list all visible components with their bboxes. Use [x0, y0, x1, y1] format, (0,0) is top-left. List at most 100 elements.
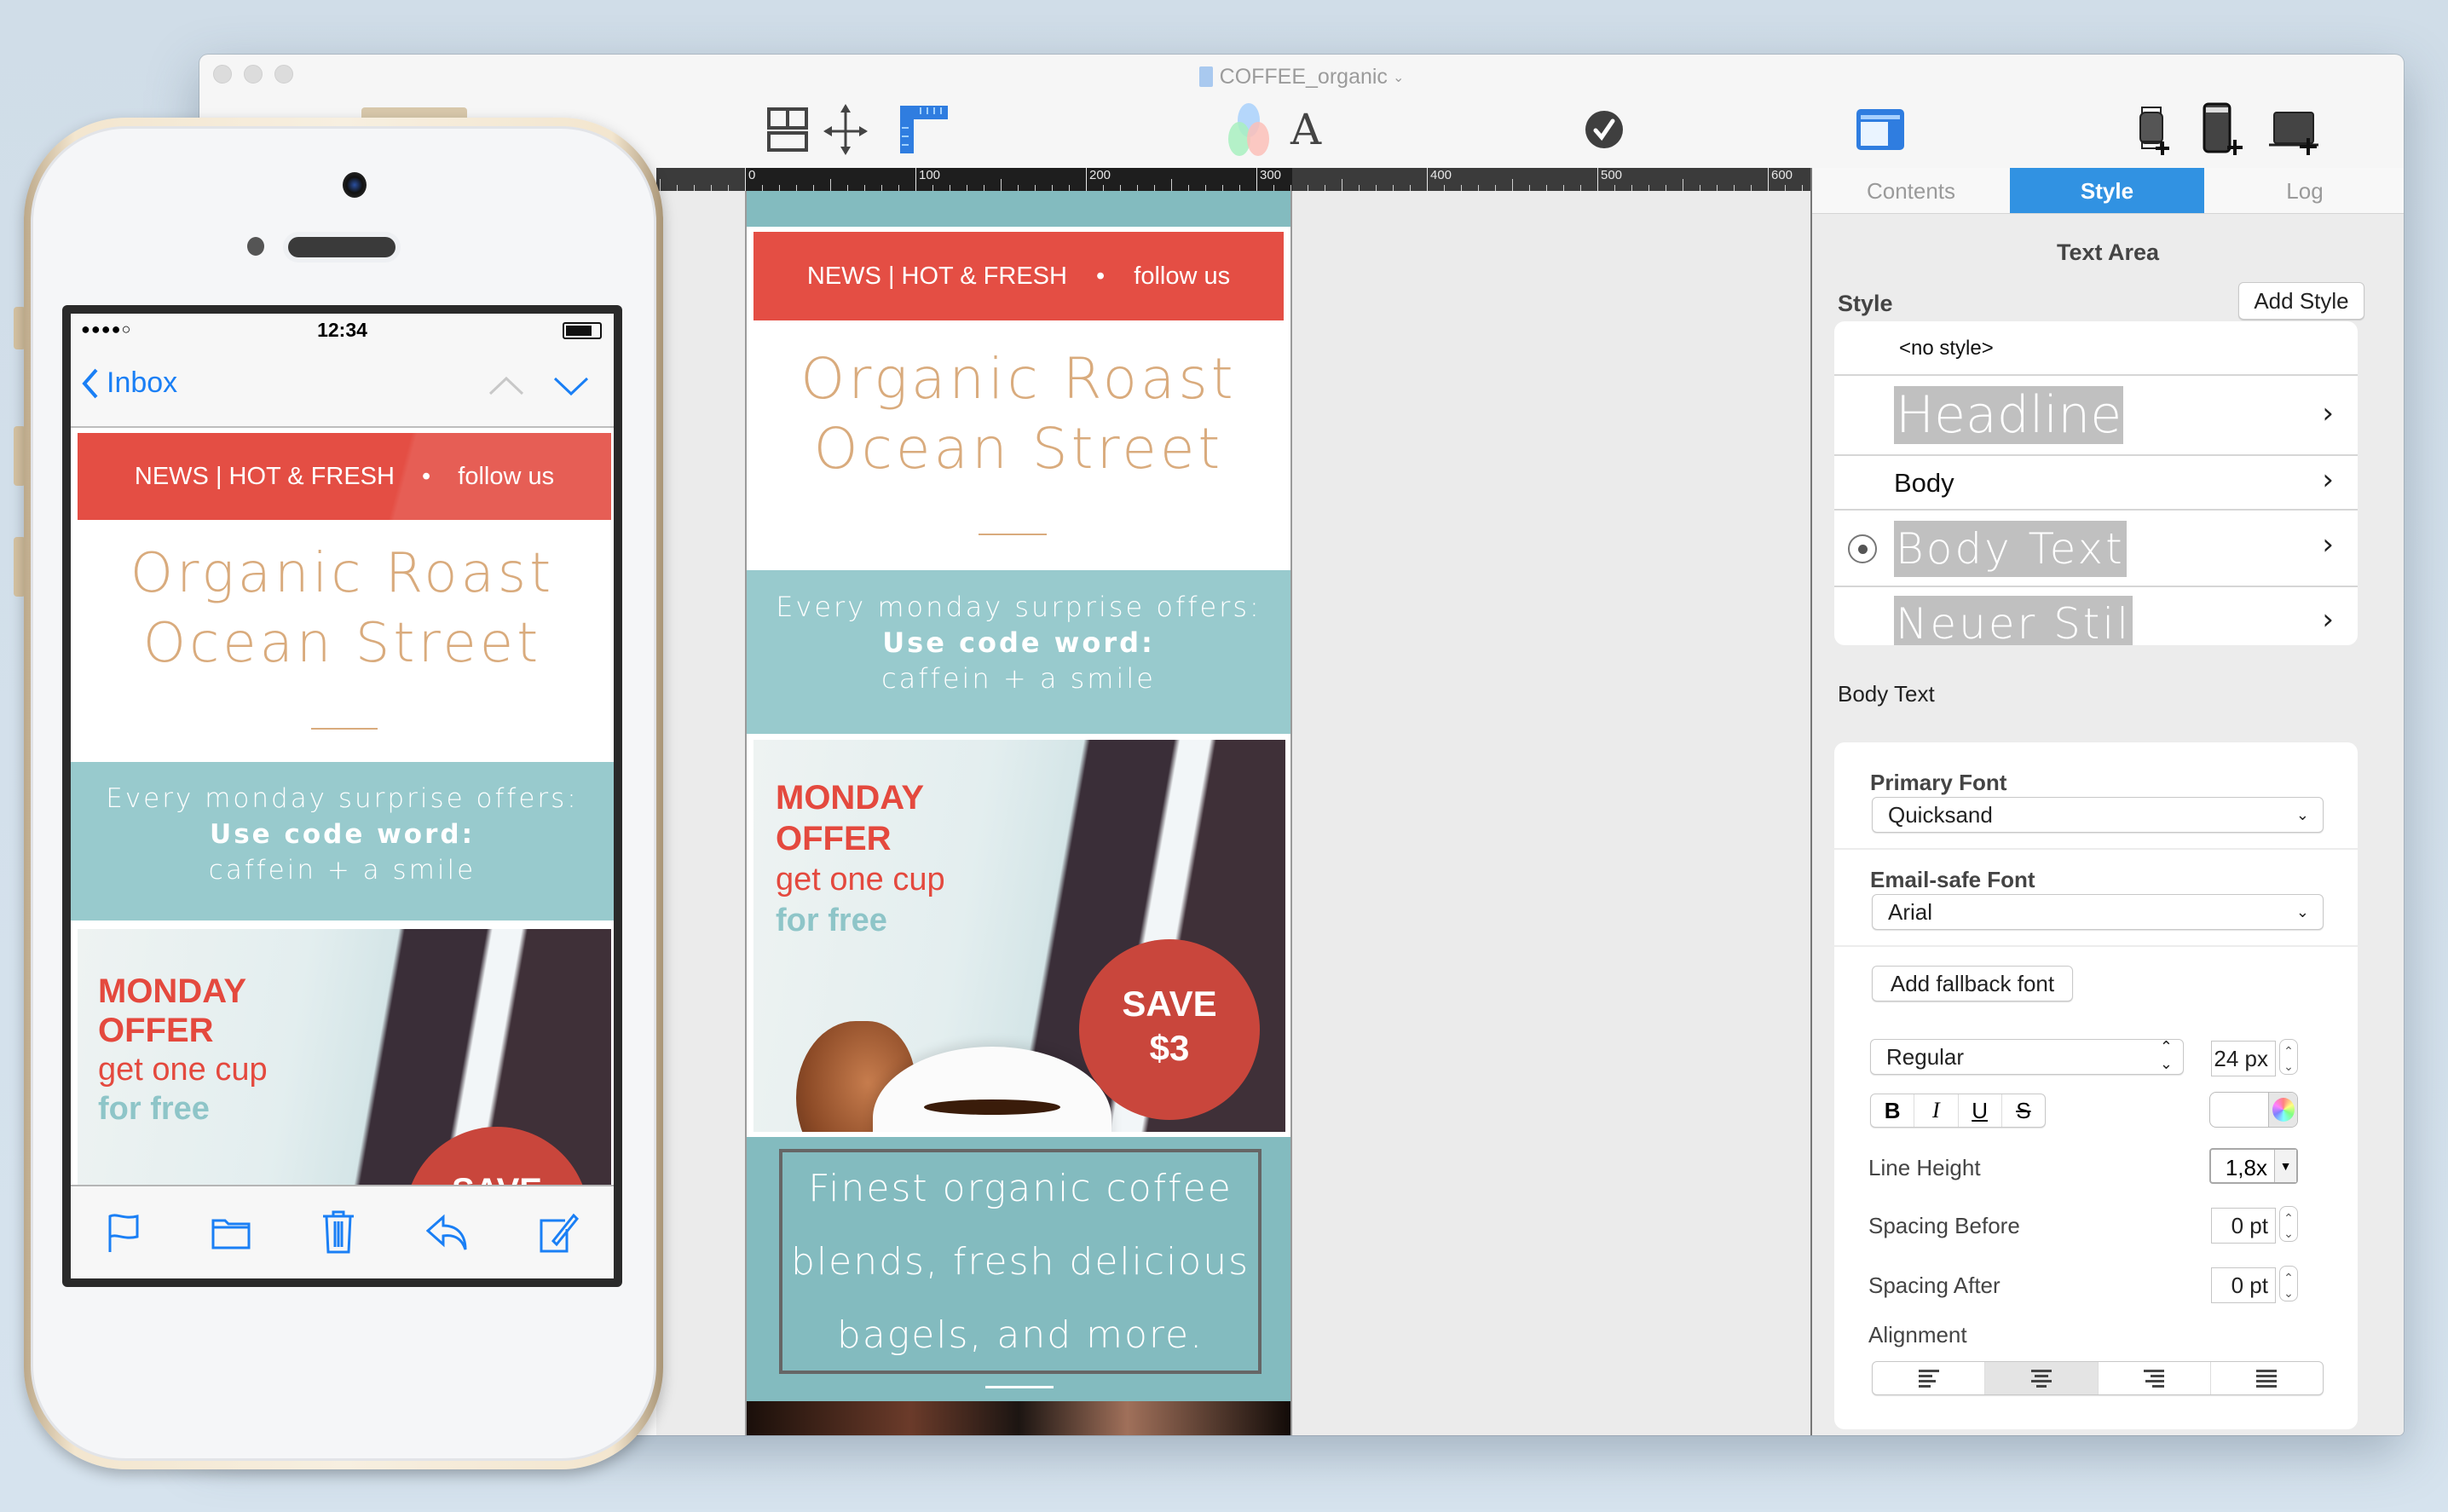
folder-icon[interactable]: [211, 1215, 251, 1249]
news-label: NEWS | HOT & FRESH: [806, 263, 1067, 290]
previous-message-button[interactable]: [488, 375, 524, 400]
align-right-button[interactable]: [2099, 1362, 2211, 1394]
heading-divider: [311, 728, 378, 730]
tab-style[interactable]: Style: [2010, 168, 2204, 214]
ruler-tick: [1478, 185, 1479, 191]
add-watch-preview-icon[interactable]: [2134, 102, 2174, 157]
add-fallback-font-button[interactable]: Add fallback font: [1872, 966, 2073, 1001]
phone-hero-image: MONDAY OFFER get one cup for free SAVE: [78, 929, 611, 1185]
heading-block[interactable]: Organic Roast Ocean Street: [747, 344, 1290, 484]
horizontal-ruler[interactable]: 0 100 200 300 400 500 600: [656, 168, 1810, 191]
align-justify-button[interactable]: [2211, 1362, 2323, 1394]
compose-icon[interactable]: [540, 1212, 579, 1253]
add-laptop-preview-icon[interactable]: [2266, 102, 2325, 157]
move-icon[interactable]: [820, 102, 871, 157]
line-height-combo[interactable]: 1,8x ▼: [2209, 1148, 2298, 1184]
spacing-before-input[interactable]: 0 pt: [2211, 1208, 2276, 1244]
color-mixer-icon[interactable]: [1219, 102, 1279, 157]
bottom-image-block[interactable]: [747, 1401, 1290, 1435]
bullet-separator: •: [1096, 263, 1106, 290]
chevron-right-icon: ›: [2322, 603, 2334, 637]
color-wheel-button[interactable]: [2268, 1093, 2297, 1127]
ruler-tick: [796, 185, 797, 191]
follow-us-link[interactable]: follow us: [458, 463, 554, 490]
tagline-line-2: blends, fresh delicious: [790, 1240, 1250, 1284]
spacing-after-input[interactable]: 0 pt: [2211, 1267, 2276, 1303]
style-item-no-style[interactable]: <no style>: [1834, 321, 2358, 376]
spacing-before-stepper[interactable]: ⌃ ⌄: [2279, 1206, 2298, 1242]
hero-text: MONDAY OFFER get one cup for free: [776, 777, 945, 941]
phone-news-header-bar[interactable]: NEWS | HOT & FRESH • follow us: [78, 433, 611, 520]
underline-button[interactable]: U: [1959, 1094, 2002, 1127]
line-height-label: Line Height: [1868, 1155, 1981, 1180]
font-size-input[interactable]: 24 px: [2211, 1041, 2276, 1076]
email-safe-font-select[interactable]: Arial ⌄: [1872, 894, 2324, 930]
ruler-icon[interactable]: [897, 102, 951, 157]
promo-line-1: Every monday surprise offers:: [776, 591, 1262, 623]
tab-contents[interactable]: Contents: [1812, 168, 2010, 214]
phone-email-content[interactable]: NEWS | HOT & FRESH • follow us Organic R…: [71, 428, 614, 1185]
inspector-sidebar: Contents Style Log Text Area Style Add S…: [1810, 168, 2404, 1435]
style-item-body[interactable]: Body ›: [1834, 456, 2358, 511]
align-left-button[interactable]: [1873, 1362, 1986, 1394]
design-canvas[interactable]: NEWS | HOT & FRESH • follow us Organic R…: [656, 191, 1810, 1435]
email-page[interactable]: NEWS | HOT & FRESH • follow us Organic R…: [745, 191, 1292, 1435]
strikethrough-button[interactable]: S: [2002, 1094, 2045, 1127]
font-size-stepper[interactable]: ⌃ ⌄: [2279, 1039, 2298, 1075]
trash-icon[interactable]: [321, 1209, 355, 1255]
tagline-block[interactable]: Finest organic coffee blends, fresh deli…: [747, 1137, 1290, 1401]
bold-button[interactable]: B: [1871, 1094, 1915, 1127]
style-item-body-text[interactable]: Body Text ›: [1834, 511, 2358, 587]
text-format-group: B I U S: [1870, 1094, 2046, 1128]
email-safe-font-label: Email-safe Font: [1870, 867, 2035, 892]
align-right-icon: [2144, 1370, 2165, 1388]
ruler-tick: [1035, 185, 1036, 191]
status-time: 12:34: [317, 319, 367, 341]
align-center-button[interactable]: [1985, 1362, 2099, 1394]
font-icon[interactable]: A: [1282, 102, 1330, 157]
news-header-bar[interactable]: NEWS | HOT & FRESH • follow us: [753, 232, 1284, 320]
ruler-tick: [1120, 185, 1121, 191]
chevron-down-icon: ⌄: [1392, 71, 1405, 85]
flag-icon[interactable]: [107, 1211, 141, 1254]
hero-line-3: get one cup: [98, 1052, 268, 1088]
ruler-tick: [762, 185, 763, 191]
add-style-button[interactable]: Add Style: [2238, 282, 2364, 320]
ruler-tick: [1222, 185, 1223, 191]
font-weight-select[interactable]: Regular ⌃ ⌄: [1870, 1038, 2184, 1075]
window-title[interactable]: COFFEE_organic ⌄: [199, 61, 2404, 92]
save-badge-line-2: $3: [1149, 1028, 1190, 1068]
back-to-inbox-button[interactable]: Inbox: [81, 366, 177, 400]
layout-icon[interactable]: [762, 102, 813, 157]
style-item-headline[interactable]: Headline ›: [1834, 376, 2358, 456]
italic-button[interactable]: I: [1914, 1094, 1959, 1127]
sidebar-toggle-icon[interactable]: [1853, 102, 1908, 157]
ruler-tick: [1529, 185, 1530, 191]
text-color-well[interactable]: [2209, 1092, 2298, 1128]
ruler-tick: [881, 185, 882, 191]
ruler-tick: [1512, 179, 1513, 191]
ruler-tick: [1546, 185, 1547, 191]
hero-image-block[interactable]: MONDAY OFFER get one cup for free SAVE $…: [753, 740, 1285, 1132]
primary-font-select[interactable]: Quicksand ⌄: [1872, 797, 2324, 833]
style-label: Style: [1838, 291, 1893, 316]
tab-log[interactable]: Log: [2204, 168, 2404, 214]
dropdown-triangle-icon[interactable]: ▼: [2274, 1150, 2296, 1182]
ruler-tick: [1751, 185, 1752, 191]
tagline-line-3: bagels, and more.: [836, 1313, 1204, 1357]
style-list[interactable]: <no style> Headline › Body › Body Text ›…: [1834, 321, 2358, 645]
tagline-text-area[interactable]: Finest organic coffee blends, fresh deli…: [779, 1149, 1262, 1374]
hero-line-4: for free: [776, 903, 887, 938]
promo-line-3: caffein + a smile: [208, 855, 476, 886]
spacing-after-stepper[interactable]: ⌃ ⌄: [2279, 1266, 2298, 1301]
back-label: Inbox: [107, 366, 178, 399]
checkmark-icon[interactable]: [1580, 102, 1628, 157]
promo-block[interactable]: Every monday surprise offers: Use code w…: [747, 570, 1290, 734]
top-spacer-block[interactable]: [747, 191, 1290, 227]
reply-icon[interactable]: [425, 1214, 469, 1251]
style-item-neuer-stil[interactable]: Neuer Stil ›: [1834, 587, 2358, 645]
ruler-tick: [830, 179, 831, 191]
next-message-button[interactable]: [553, 375, 589, 401]
follow-us-link[interactable]: follow us: [1134, 263, 1230, 290]
add-phone-preview-icon[interactable]: [2201, 102, 2247, 157]
